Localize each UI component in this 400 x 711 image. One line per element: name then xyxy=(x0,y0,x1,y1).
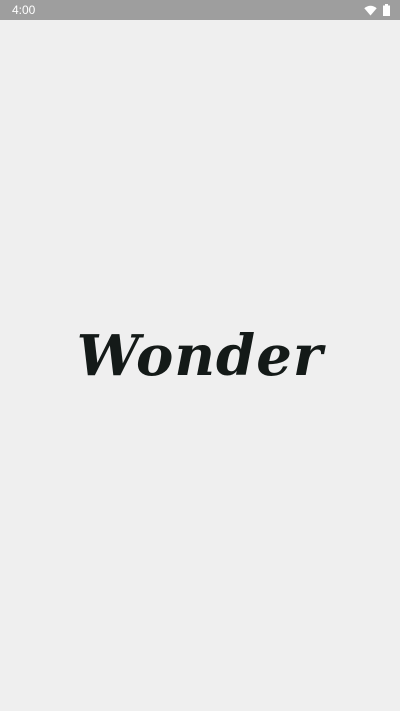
status-icons xyxy=(364,3,390,17)
splash-screen: Wonder xyxy=(0,20,400,711)
app-logo: Wonder xyxy=(76,323,324,389)
status-time: 4:00 xyxy=(12,3,36,17)
wifi-icon xyxy=(364,5,377,16)
status-bar: 4:00 xyxy=(0,0,400,20)
battery-icon xyxy=(383,4,390,16)
